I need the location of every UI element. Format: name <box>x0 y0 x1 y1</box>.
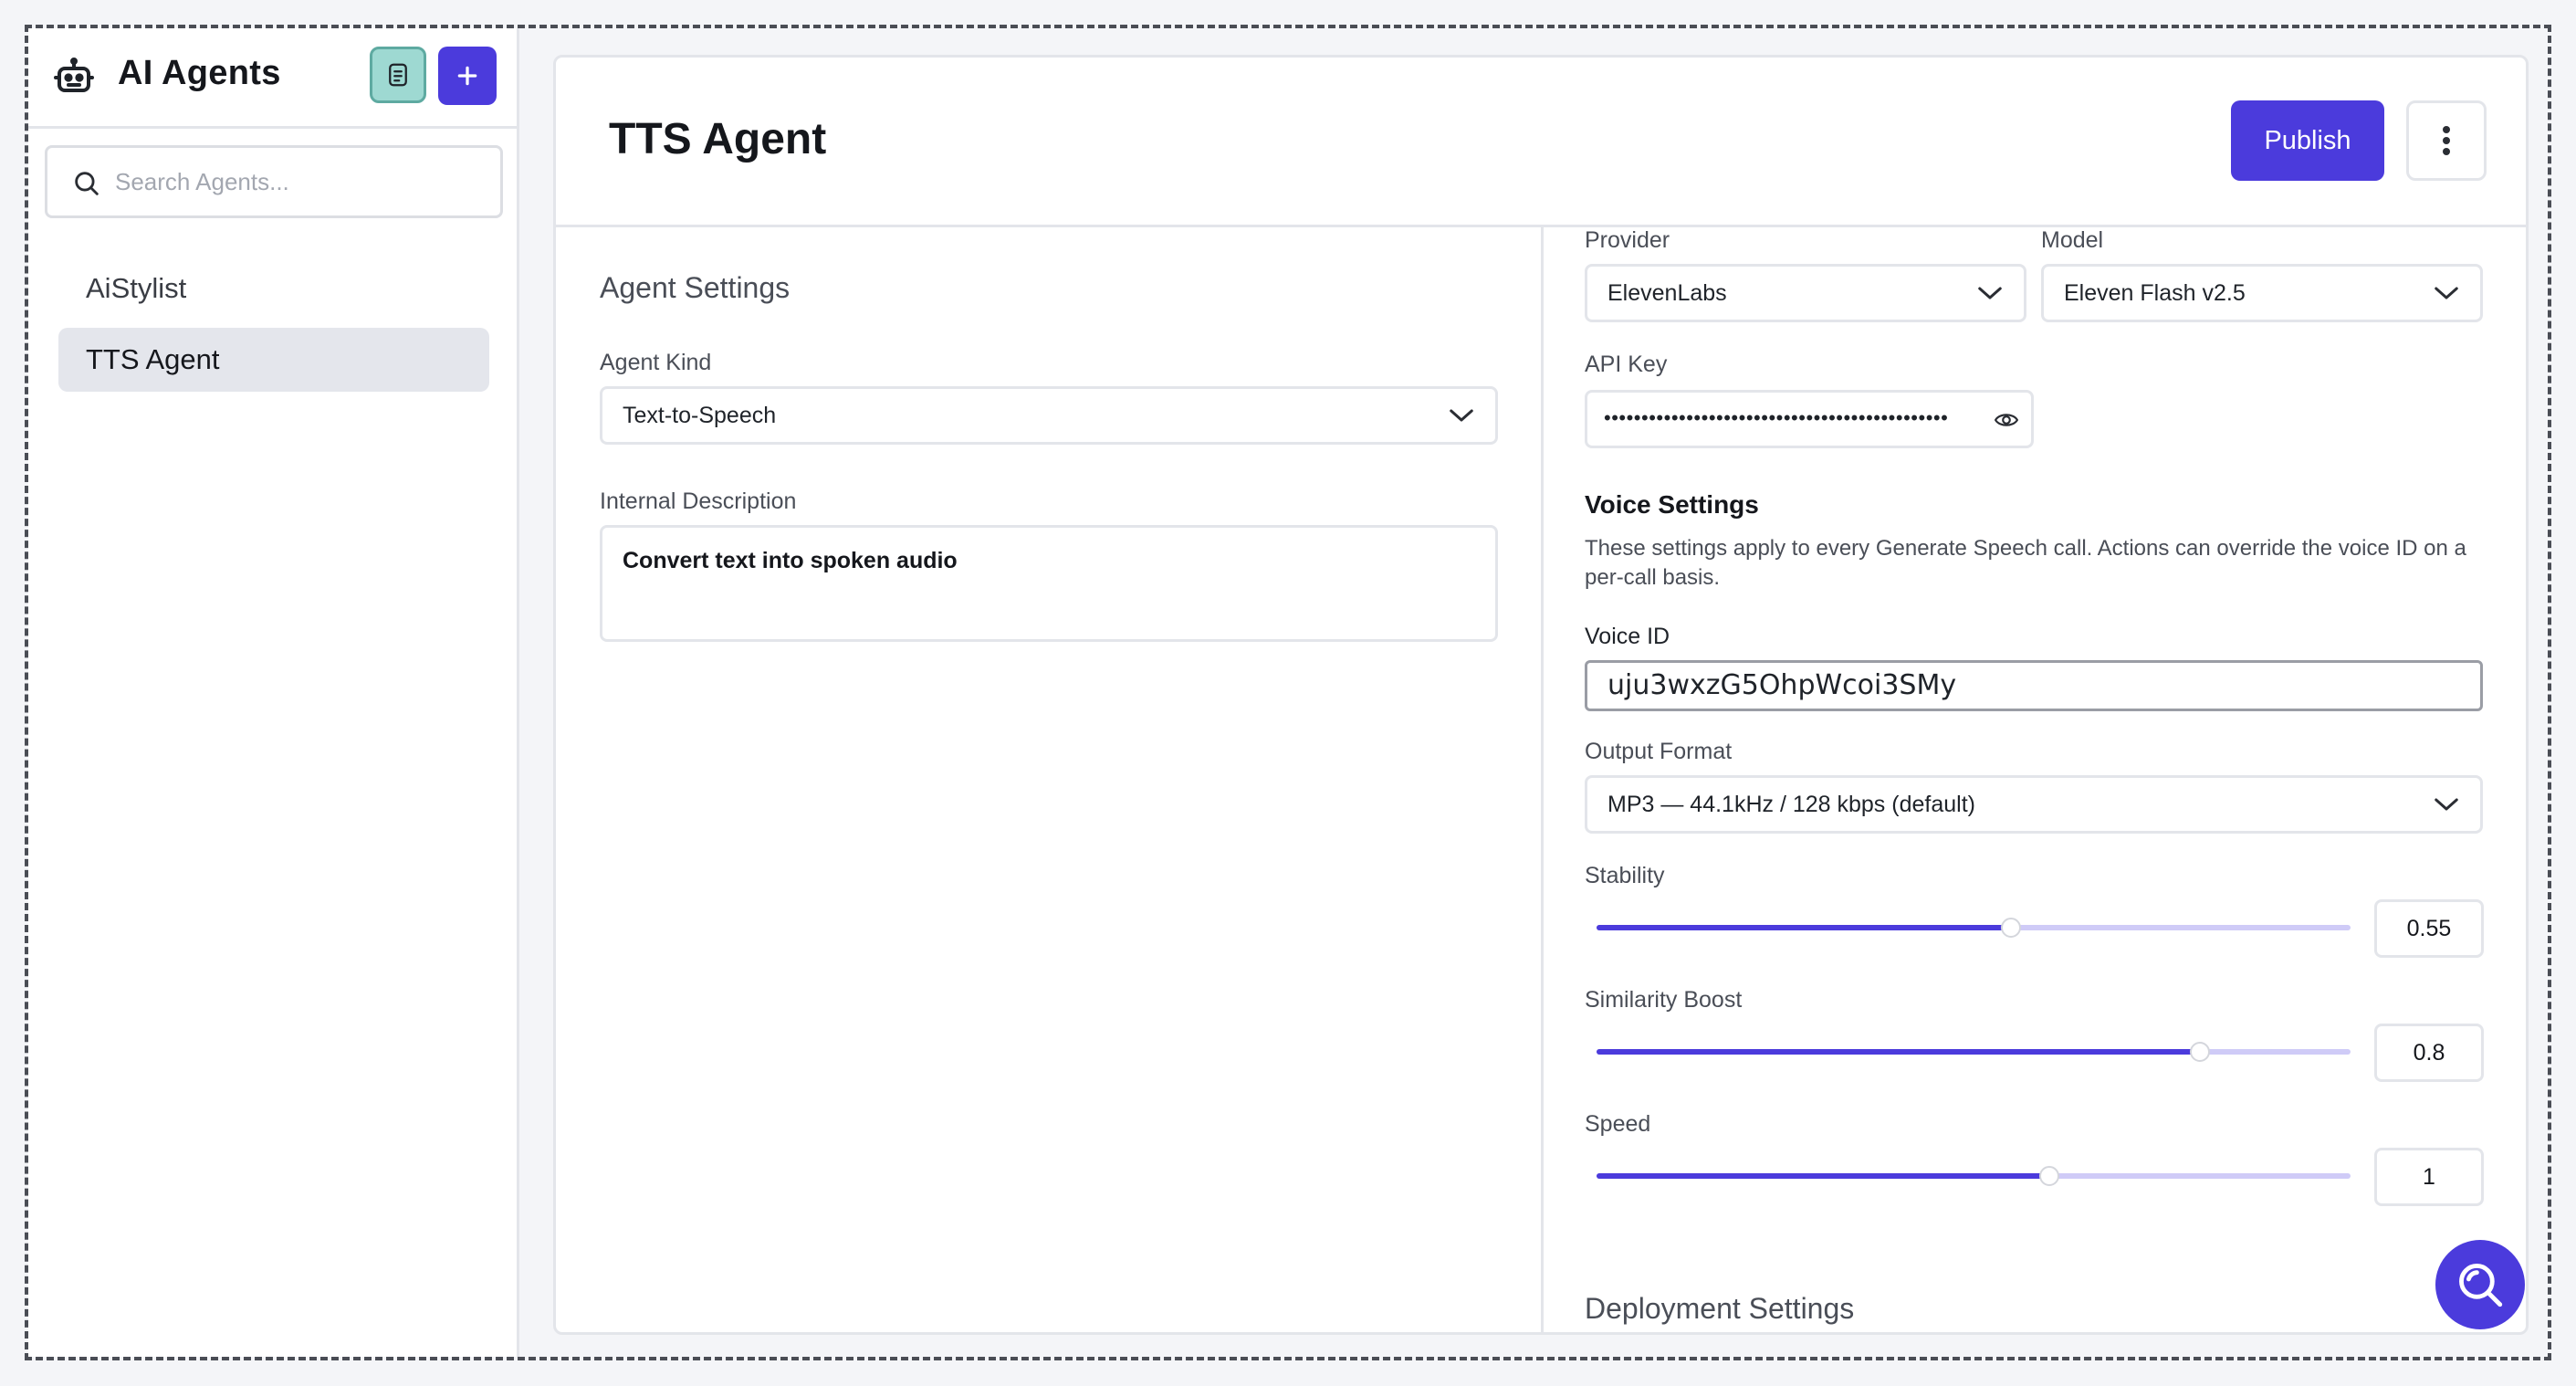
sidebar-item-label: AiStylist <box>86 272 187 304</box>
speed-slider-thumb[interactable] <box>2038 1166 2059 1186</box>
sidebar: AI Agents AiStylist TTS Agent <box>28 28 519 1357</box>
more-options-button[interactable] <box>2406 100 2487 181</box>
voice-id-label: Voice ID <box>1585 624 1670 649</box>
model-value: Eleven Flash v2.5 <box>2064 280 2246 306</box>
search-box <box>45 145 503 218</box>
api-key-value: ••••••••••••••••••••••••••••••••••••••••… <box>1604 406 1949 429</box>
document-icon <box>389 63 407 87</box>
robot-icon <box>54 58 94 92</box>
stability-value[interactable]: 0.55 <box>2374 899 2484 958</box>
provider-label: Provider <box>1585 227 1670 253</box>
more-vertical-icon <box>2443 126 2450 155</box>
agent-kind-select[interactable]: Text-to-Speech <box>600 386 1498 445</box>
similarity-boost-value[interactable]: 0.8 <box>2374 1024 2484 1082</box>
sidebar-item-aistylist[interactable]: AiStylist <box>58 257 489 320</box>
chevron-down-icon <box>2435 287 2458 299</box>
sidebar-item-tts-agent[interactable]: TTS Agent <box>58 328 489 392</box>
page-title: TTS Agent <box>609 115 827 163</box>
speed-value[interactable]: 1 <box>2374 1148 2484 1206</box>
editor-header: TTS Agent Publish <box>556 58 2526 227</box>
api-key-label: API Key <box>1585 352 1668 377</box>
stability-slider-thumb[interactable] <box>2001 918 2022 938</box>
agent-editor: TTS Agent Publish Agent Settings Agent K… <box>553 55 2529 1335</box>
speed-slider-fill <box>1597 1173 2049 1179</box>
sidebar-header: AI Agents <box>28 28 517 129</box>
output-format-select[interactable]: MP3 — 44.1kHz / 128 kbps (default) <box>1585 775 2483 834</box>
similarity-boost-slider-thumb[interactable] <box>2189 1042 2210 1062</box>
similarity-boost-label: Similarity Boost <box>1585 987 1743 1013</box>
agent-settings-title: Agent Settings <box>600 271 791 304</box>
similarity-boost-slider[interactable] <box>1597 1042 2351 1062</box>
add-agent-button[interactable] <box>438 47 497 105</box>
output-format-label: Output Format <box>1585 739 1733 764</box>
voice-settings-title: Voice Settings <box>1585 490 1759 519</box>
voice-id-value: uju3wxzG5OhpWcoi3SMy <box>1607 669 1957 701</box>
provider-select[interactable]: ElevenLabs <box>1585 264 2026 322</box>
model-select[interactable]: Eleven Flash v2.5 <box>2041 264 2483 322</box>
app-title: AI Agents <box>118 54 281 92</box>
deployment-settings-title: Deployment Settings <box>1585 1292 1855 1325</box>
voice-settings-description: These settings apply to every Generate S… <box>1585 536 2466 590</box>
provider-value: ElevenLabs <box>1607 280 1727 306</box>
chevron-down-icon <box>1450 409 1473 422</box>
api-key-field[interactable]: ••••••••••••••••••••••••••••••••••••••••… <box>1585 390 2034 448</box>
speed-label: Speed <box>1585 1111 1651 1137</box>
eye-icon[interactable] <box>1995 410 2018 430</box>
chevron-down-icon <box>1978 287 2002 299</box>
column-divider <box>1541 227 1544 1332</box>
docs-button[interactable] <box>370 47 426 103</box>
help-search-button[interactable] <box>2435 1240 2525 1329</box>
voice-id-input[interactable]: uju3wxzG5OhpWcoi3SMy <box>1585 660 2483 711</box>
description-value: Convert text into spoken audio <box>623 548 958 573</box>
stability-label: Stability <box>1585 863 1665 888</box>
output-format-value: MP3 — 44.1kHz / 128 kbps (default) <box>1607 792 1975 817</box>
search-icon <box>75 172 99 195</box>
speed-slider[interactable] <box>1597 1166 2351 1186</box>
agent-kind-value: Text-to-Speech <box>623 403 777 428</box>
description-label: Internal Description <box>600 488 797 514</box>
model-label: Model <box>2041 227 2104 253</box>
agent-kind-label: Agent Kind <box>600 350 712 375</box>
stability-slider[interactable] <box>1597 918 2351 938</box>
publish-button[interactable]: Publish <box>2231 100 2384 181</box>
similarity-boost-slider-fill <box>1597 1049 2200 1055</box>
plus-icon <box>457 66 477 86</box>
sidebar-item-label: TTS Agent <box>86 343 220 375</box>
description-textarea[interactable]: Convert text into spoken audio <box>600 525 1498 642</box>
search-icon <box>2459 1264 2503 1307</box>
chevron-down-icon <box>2435 798 2458 811</box>
search-input[interactable] <box>115 161 489 203</box>
stability-slider-fill <box>1597 925 2012 930</box>
